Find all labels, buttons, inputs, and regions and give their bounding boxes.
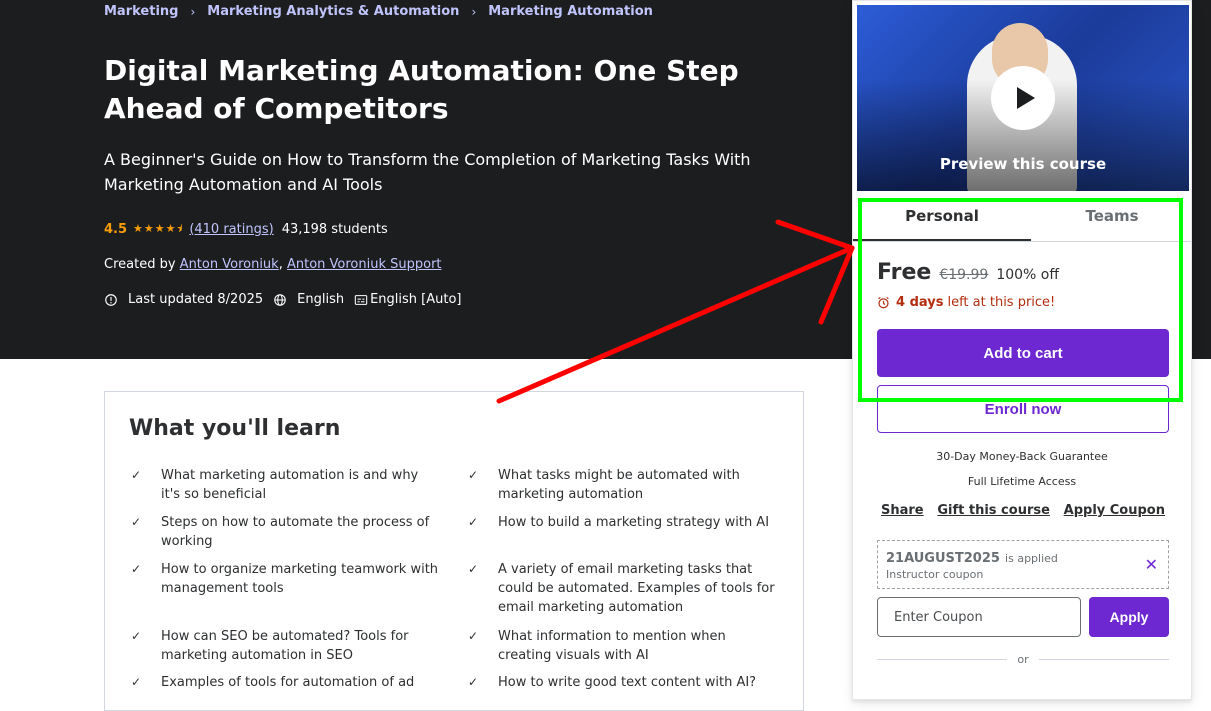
list-item: ✓ What information to mention when creati… <box>468 629 726 663</box>
coupon-input[interactable] <box>877 597 1081 637</box>
alarm-clock-icon <box>878 296 889 309</box>
or-divider: or <box>877 653 1170 666</box>
course-title: Digital Marketing Automation: One Step A… <box>104 54 739 125</box>
course-captions: English [Auto] <box>370 292 462 307</box>
money-back-guarantee: 30-Day Money-Back Guarantee <box>936 450 1108 463</box>
list-item: ✓ A variety of email marketing tasks that… <box>468 562 775 615</box>
play-icon[interactable] <box>991 66 1055 130</box>
last-updated: Last updated 8/2025 <box>128 292 264 307</box>
created-by-row: Created by Anton Voroniuk, Anton Voroniu… <box>104 257 442 272</box>
price-countdown: 4 days left at this price! <box>877 295 1055 310</box>
discount-percent: 100% off <box>996 267 1059 283</box>
globe-icon <box>274 293 286 306</box>
tab-personal[interactable]: Personal <box>857 207 1027 225</box>
closed-captions-icon <box>354 294 368 305</box>
author-link[interactable]: Anton Voroniuk <box>180 257 279 272</box>
course-actions-row: Share Gift this course Apply Coupon <box>877 503 1169 518</box>
preview-label[interactable]: Preview this course <box>857 155 1189 173</box>
add-to-cart-button[interactable]: Add to cart <box>877 329 1169 377</box>
tab-teams[interactable]: Teams <box>1027 207 1197 225</box>
created-by-label: Created by <box>104 257 176 272</box>
check-icon: ✓ <box>131 629 142 643</box>
active-tab-indicator <box>853 239 1031 241</box>
list-item: ✓ How to build a marketing strategy with … <box>468 515 770 530</box>
apply-button[interactable]: Apply <box>1089 597 1169 637</box>
pricing-tabs: Personal Teams <box>853 201 1191 242</box>
list-item: ✓ How can SEO be automated? Tools for mar… <box>131 629 409 663</box>
check-icon: ✓ <box>468 629 479 643</box>
coupon-applied-text: is applied <box>1005 552 1058 565</box>
list-item: ✓ What tasks might be automated with mark… <box>468 468 740 502</box>
countdown-days: 4 days <box>896 295 944 310</box>
students-count: 43,198 students <box>281 222 388 237</box>
breadcrumb-item-marketing-automation[interactable]: Marketing Automation <box>488 4 653 19</box>
list-item: ✓ How to write good text content with AI? <box>468 675 757 690</box>
rating-row: 4.5 ★★★★⯨ (410 ratings) 43,198 students <box>104 220 388 239</box>
coupon-code: 21AUGUST2025 <box>886 551 1000 566</box>
check-icon: ✓ <box>468 515 479 529</box>
divider-line <box>1038 659 1170 660</box>
applied-coupon: 21AUGUST2025 is applied Instructor coupo… <box>877 540 1169 589</box>
ratings-count-link[interactable]: (410 ratings) <box>189 222 273 237</box>
play-triangle <box>1016 87 1035 109</box>
chevron-right-icon: › <box>471 4 477 19</box>
check-icon: ✓ <box>468 562 479 576</box>
countdown-text: left at this price! <box>947 295 1056 310</box>
check-icon: ✓ <box>131 515 142 529</box>
alert-badge-icon <box>105 293 117 306</box>
close-icon[interactable]: ✕ <box>1145 555 1158 574</box>
lifetime-access: Full Lifetime Access <box>967 475 1077 488</box>
breadcrumb-item-marketing-analytics[interactable]: Marketing Analytics & Automation <box>207 4 459 19</box>
course-preview-video[interactable]: Preview this course <box>857 5 1189 191</box>
course-language: English <box>297 292 345 307</box>
enroll-now-button[interactable]: Enroll now <box>877 385 1169 433</box>
divider-line <box>877 659 1008 660</box>
share-button[interactable]: Share <box>877 503 928 518</box>
breadcrumb: Marketing › Marketing Analytics & Automa… <box>104 4 653 19</box>
check-icon: ✓ <box>468 675 479 689</box>
price-row: Free €19.99 100% off <box>877 260 1059 285</box>
list-item: ✓ How to organize marketing teamwork with… <box>131 562 439 596</box>
chevron-right-icon: › <box>190 4 196 19</box>
author-separator: , <box>278 257 283 272</box>
author-link[interactable]: Anton Voroniuk Support <box>287 257 442 272</box>
original-price: €19.99 <box>939 267 989 283</box>
coupon-type: Instructor coupon <box>886 568 984 581</box>
check-icon: ✓ <box>131 562 142 576</box>
check-icon: ✓ <box>131 468 142 482</box>
what-youll-learn-title: What you'll learn <box>129 416 341 441</box>
check-icon: ✓ <box>131 675 142 689</box>
list-item: ✓ Examples of tools for automation of ad <box>131 675 415 690</box>
check-icon: ✓ <box>468 468 479 482</box>
rating-value: 4.5 <box>104 222 128 237</box>
breadcrumb-item-marketing[interactable]: Marketing <box>104 4 178 19</box>
course-subtitle: A Beginner's Guide on How to Transform t… <box>104 150 751 194</box>
purchase-sidebar: Preview this course Personal Teams Free … <box>852 0 1192 700</box>
what-youll-learn-box: What you'll learn ✓ What marketing automa… <box>104 391 804 711</box>
course-meta-row: Last updated 8/2025 English English [Aut… <box>104 292 472 307</box>
star-rating-icon: ★★★★⯨ <box>133 222 184 235</box>
apply-coupon-button[interactable]: Apply Coupon <box>1060 503 1169 518</box>
list-item: ✓ Steps on how to automate the process of… <box>131 515 430 549</box>
list-item: ✓ What marketing automation is and why it… <box>131 468 419 502</box>
or-label: or <box>1017 653 1029 666</box>
current-price: Free <box>877 260 932 285</box>
gift-course-button[interactable]: Gift this course <box>933 503 1054 518</box>
